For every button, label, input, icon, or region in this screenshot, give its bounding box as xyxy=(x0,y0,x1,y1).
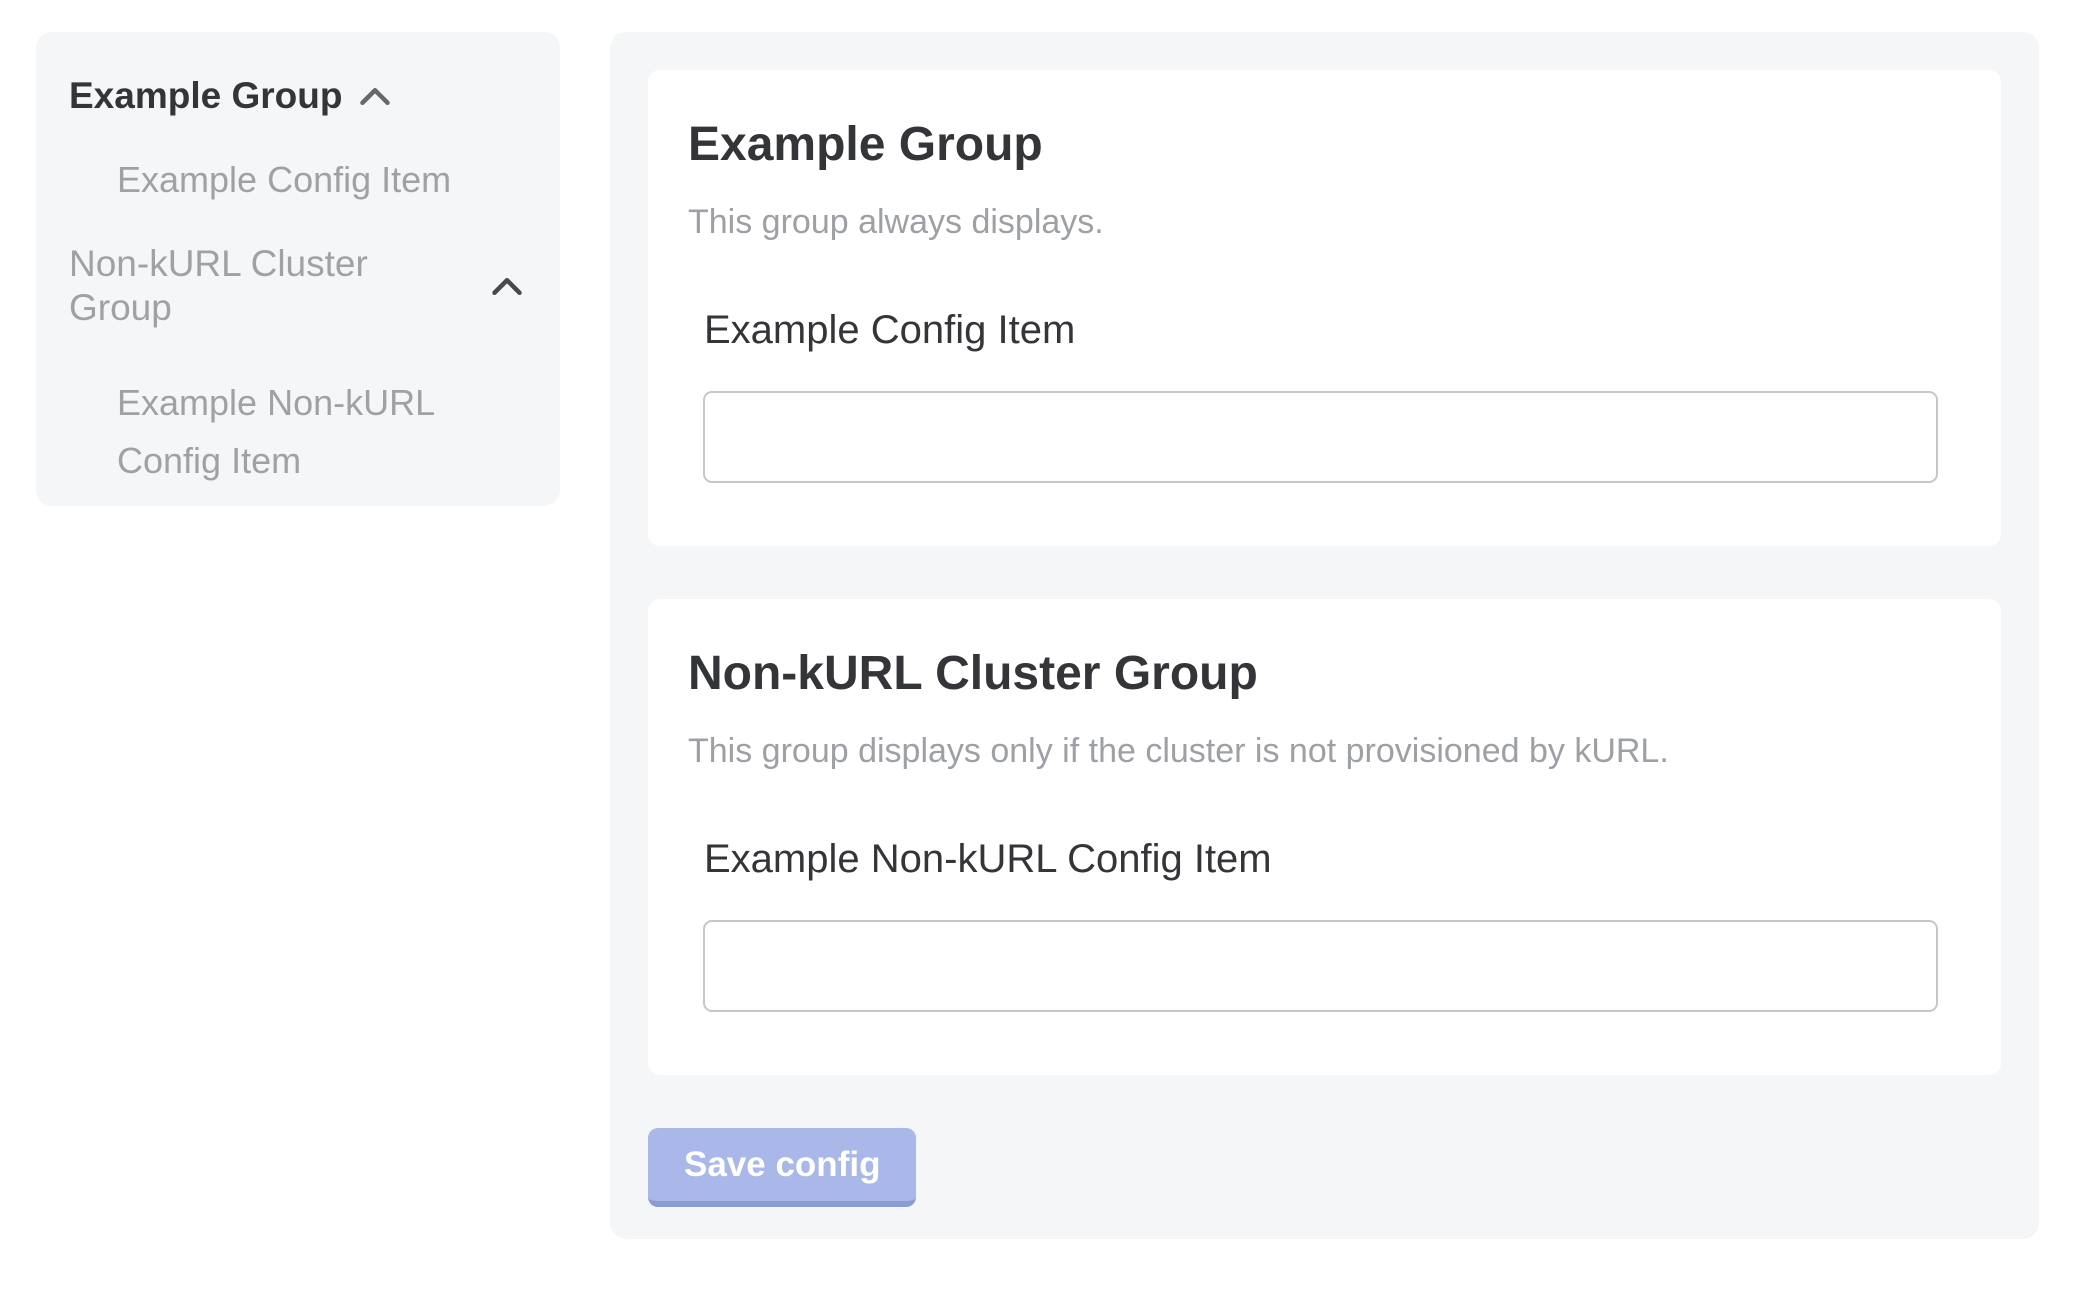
config-item-label: Example Non-kURL Config Item xyxy=(704,835,1936,883)
nav-group-example-group[interactable]: Example Group xyxy=(69,74,522,118)
config-item-input-example-config-item[interactable] xyxy=(703,391,1938,483)
group-title: Example Group xyxy=(688,116,1936,174)
config-nav-sidebar: Example Group Example Config Item Non-kU… xyxy=(36,32,560,506)
config-group-card-non-kurl-cluster-group: Non-kURL Cluster Group This group displa… xyxy=(648,599,2001,1075)
nav-group-label: Non-kURL Cluster Group xyxy=(69,242,474,330)
nav-group-non-kurl-cluster-group[interactable]: Non-kURL Cluster Group xyxy=(69,242,522,330)
config-main-panel: Example Group This group always displays… xyxy=(610,32,2039,1239)
save-config-button[interactable]: Save config xyxy=(648,1128,916,1207)
chevron-up-icon[interactable] xyxy=(492,277,522,296)
nav-group-label: Example Group xyxy=(69,74,342,118)
group-description: This group always displays. xyxy=(688,200,1936,244)
nav-item-example-non-kurl-config-item[interactable]: Example Non-kURL Config Item xyxy=(117,374,457,490)
nav-item-example-config-item[interactable]: Example Config Item xyxy=(117,151,457,209)
config-group-card-example-group: Example Group This group always displays… xyxy=(648,70,2001,546)
chevron-up-icon[interactable] xyxy=(360,87,390,106)
group-description: This group displays only if the cluster … xyxy=(688,729,1936,773)
group-title: Non-kURL Cluster Group xyxy=(688,645,1936,703)
config-item-label: Example Config Item xyxy=(704,306,1936,354)
config-item-input-example-non-kurl-config-item[interactable] xyxy=(703,920,1938,1012)
